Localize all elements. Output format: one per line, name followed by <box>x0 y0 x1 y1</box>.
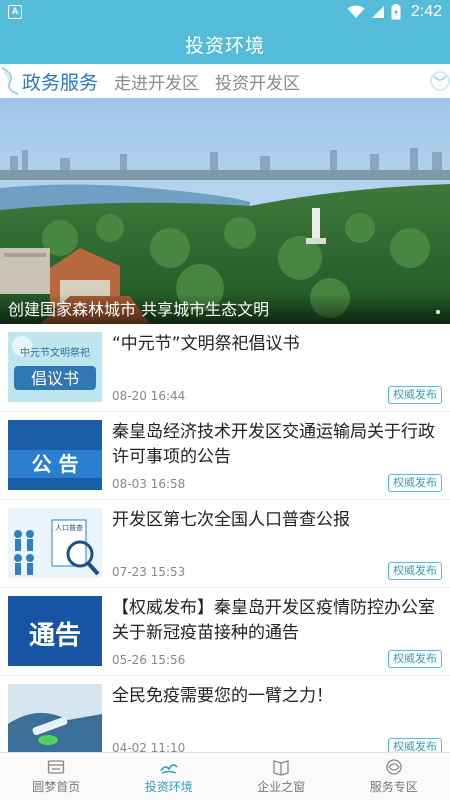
investment-icon <box>160 764 178 774</box>
status-icons: 2:42 <box>347 0 442 24</box>
page-title: 投资环境 <box>184 34 265 57</box>
news-tag: 权威发布 <box>388 386 442 404</box>
news-title: “中元节”文明祭祀倡议书 <box>112 334 300 354</box>
news-title: 【权威发布】秦皇岛开发区疫情防控办公室关于新冠疫苗接种的通告 <box>112 598 435 643</box>
tab-enter-development-zone[interactable]: 走进开发区 <box>114 69 199 94</box>
nav-label: 服务专区 <box>369 780 418 794</box>
battery-icon <box>391 4 401 20</box>
news-date: 04-02 11:10 <box>112 741 186 752</box>
news-thumbnail: 人口普查 <box>8 508 102 578</box>
thumb-title: 人口普查 <box>55 523 83 532</box>
nav-label: 企业之窗 <box>257 780 306 794</box>
tab-invest-development-zone[interactable]: 投资开发区 <box>215 69 300 94</box>
app-bar: 投资环境 <box>0 24 450 64</box>
news-date: 07-23 15:53 <box>112 565 186 579</box>
nav-item-home[interactable]: 圆梦首页 <box>0 753 113 800</box>
thumb-title: 倡议书 <box>31 369 79 388</box>
thumb-subtitle: 中元节文明祭祀 <box>20 346 90 359</box>
news-title: 开发区第七次全国人口普查公报 <box>112 510 350 530</box>
nav-item-investment[interactable]: 投资环境 <box>113 753 226 800</box>
banner-image <box>0 98 450 324</box>
nav-label: 圆梦首页 <box>32 780 81 794</box>
news-item[interactable]: 全民免疫需要您的一臂之力！ 04-02 11:10 权威发布 <box>0 676 450 752</box>
news-thumbnail <box>8 684 102 752</box>
news-tag: 权威发布 <box>388 650 442 668</box>
nav-label: 投资环境 <box>144 780 193 794</box>
nav-item-service[interactable]: 服务专区 <box>338 753 450 800</box>
tab-right-ornament-icon <box>430 71 450 91</box>
tab-government-services[interactable]: 政务服务 <box>22 68 98 95</box>
tabs: 政务服务 走进开发区 投资开发区 <box>22 64 300 98</box>
tab-strip: 政务服务 走进开发区 投资开发区 <box>0 64 450 98</box>
news-list: 中元节文明祭祀 倡议书 “中元节”文明祭祀倡议书 08-20 16:44 权威发… <box>0 324 450 752</box>
signal-icon <box>371 6 384 18</box>
news-tag: 权威发布 <box>388 474 442 492</box>
book-icon <box>273 760 289 776</box>
home-icon <box>48 760 65 774</box>
news-tag: 权威发布 <box>388 562 442 580</box>
news-tag: 权威发布 <box>388 738 442 752</box>
thumb-title: 通告 <box>29 621 81 651</box>
banner-carousel[interactable]: 创建国家森林城市 共享城市生态文明 <box>0 98 450 324</box>
news-date: 08-03 16:58 <box>112 477 186 491</box>
news-date: 08-20 16:44 <box>112 389 186 403</box>
banner-caption: 创建国家森林城市 共享城市生态文明 <box>8 300 270 319</box>
notification-icon: A <box>8 5 22 19</box>
news-item[interactable]: 公 告 秦皇岛经济技术开发区交通运输局关于行政许可事项的公告 08-03 16:… <box>0 412 450 500</box>
news-item[interactable]: 人口普查 开发区第七次全国人口普查公报 07-23 15:53 权威发布 <box>0 500 450 588</box>
service-icon <box>386 759 402 775</box>
news-title: 全民免疫需要您的一臂之力！ <box>112 686 333 706</box>
wifi-icon <box>347 5 365 18</box>
thumb-title: 公 告 <box>32 452 79 476</box>
tab-left-ornament-icon <box>1 67 19 95</box>
clock: 2:42 <box>410 3 442 20</box>
status-bar: A 2:42 <box>0 0 450 24</box>
carousel-indicator <box>436 310 440 314</box>
news-thumbnail: 中元节文明祭祀 倡议书 <box>8 332 102 402</box>
news-item[interactable]: 中元节文明祭祀 倡议书 “中元节”文明祭祀倡议书 08-20 16:44 权威发… <box>0 324 450 412</box>
news-thumbnail: 通告 <box>8 596 102 666</box>
bottom-nav: 圆梦首页 投资环境 企业之窗 服务专区 <box>0 752 450 800</box>
nav-item-enterprise[interactable]: 企业之窗 <box>225 753 338 800</box>
news-title: 秦皇岛经济技术开发区交通运输局关于行政许可事项的公告 <box>112 422 435 467</box>
news-thumbnail: 公 告 <box>8 420 102 490</box>
news-date: 05-26 15:56 <box>112 653 186 667</box>
news-item[interactable]: 通告 【权威发布】秦皇岛开发区疫情防控办公室关于新冠疫苗接种的通告 05-26 … <box>0 588 450 676</box>
